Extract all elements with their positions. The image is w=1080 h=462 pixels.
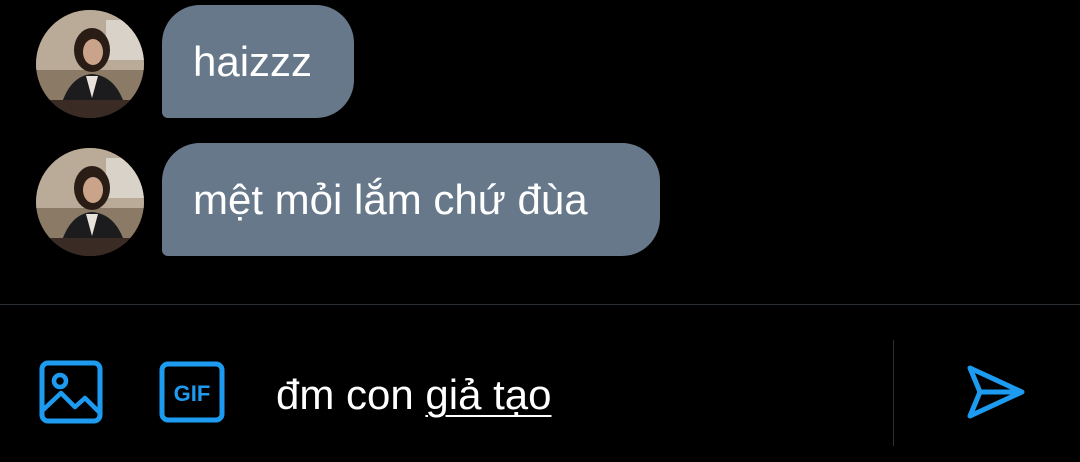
avatar[interactable] (36, 10, 144, 118)
dm-conversation-screen: haizzz mệt mỏi lắm chứ đùa GIF đm con gi… (0, 0, 1080, 462)
gif-label: GIF (174, 381, 211, 406)
message-input-text: đm con (276, 371, 426, 418)
message-bubble[interactable]: mệt mỏi lắm chứ đùa (162, 143, 660, 256)
message-text: haizzz (193, 37, 313, 85)
avatar-photo (36, 148, 144, 256)
message-bubble[interactable]: haizzz (162, 5, 354, 118)
gif-icon[interactable]: GIF (159, 361, 225, 423)
autocorrect-word[interactable]: giả tạo (425, 371, 551, 418)
avatar[interactable] (36, 148, 144, 256)
composer-divider (0, 304, 1080, 305)
message-input[interactable]: đm con giả tạo (276, 370, 552, 420)
send-separator (893, 340, 894, 446)
message-text: mệt mỏi lắm chứ đùa (193, 175, 588, 223)
image-icon[interactable] (39, 360, 103, 424)
send-icon[interactable] (964, 360, 1028, 424)
avatar-photo (36, 10, 144, 118)
